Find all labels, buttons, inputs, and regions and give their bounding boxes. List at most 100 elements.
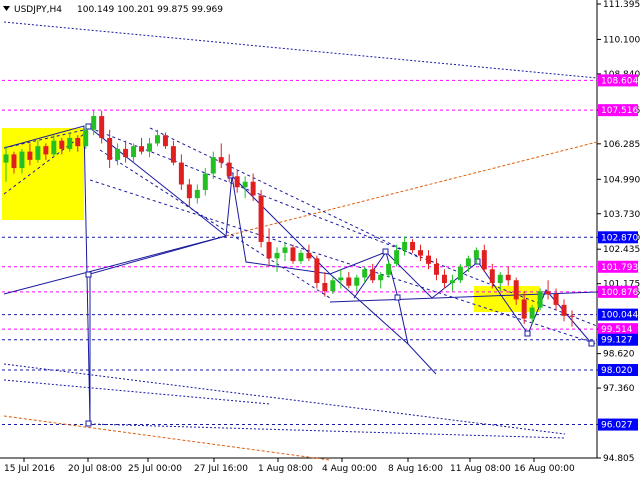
candle-body <box>489 269 495 283</box>
candle-body <box>306 252 312 259</box>
candle-body <box>226 162 232 177</box>
y-tick-label: 103.730 <box>603 210 640 220</box>
candle-body <box>178 162 184 185</box>
candle-body <box>282 247 288 253</box>
candle-body <box>274 252 280 259</box>
candle-body <box>11 154 17 169</box>
x-tick-label: 16 Aug 00:00 <box>514 464 575 474</box>
candle-body <box>378 274 384 281</box>
candle-body <box>19 151 25 169</box>
level-label-text: 99.127 <box>601 336 633 346</box>
candle-body <box>298 252 304 262</box>
level-label-text: 99.514 <box>601 325 633 335</box>
level-label-text: 98.020 <box>601 366 633 376</box>
lower-descend-2 <box>3 379 271 405</box>
candle-body <box>3 154 9 163</box>
candle-body <box>139 146 145 152</box>
y-tick-label: 94.805 <box>603 454 635 464</box>
x-tick-label: 8 Aug 16:00 <box>388 464 443 474</box>
y-tick-label: 111.395 <box>603 0 640 10</box>
candle-body <box>537 291 543 308</box>
candle-body <box>338 277 344 281</box>
level-label-text: 96.027 <box>601 421 633 431</box>
candle-body <box>441 274 447 283</box>
candle-body <box>242 181 248 188</box>
marker-3 <box>85 420 92 427</box>
trend-line-top <box>3 21 598 79</box>
candle-body <box>170 146 176 163</box>
candle-body <box>497 274 503 283</box>
marker-6 <box>394 294 401 301</box>
candle-body <box>51 140 57 155</box>
trend-lines <box>3 21 598 461</box>
x-tick-label: 4 Aug 00:00 <box>322 464 377 474</box>
marker-2 <box>85 271 92 278</box>
y-tick-label: 110.100 <box>603 35 640 45</box>
y-tick-label: 104.990 <box>603 175 640 185</box>
candle-body <box>146 143 152 152</box>
level-label-text: 100.044 <box>601 311 638 321</box>
y-tick-label: 97.360 <box>603 384 635 394</box>
candle-body <box>250 181 256 196</box>
candle-body <box>115 148 121 160</box>
candle-body <box>513 280 519 300</box>
wave-diag-b <box>329 273 409 345</box>
x-tick-label: 15 Jul 2016 <box>4 464 55 474</box>
chart-header[interactable]: USDJPY,H4 100.149 100.201 99.875 99.969 <box>3 5 223 15</box>
marker-5 <box>382 248 389 255</box>
candle-body <box>561 304 567 316</box>
horizontal-levels <box>2 79 597 426</box>
candle-body <box>210 157 216 174</box>
candle-body <box>362 269 368 278</box>
candle-body <box>330 280 336 292</box>
price-chart[interactable]: 111.395110.100108.840107.516106.285104.9… <box>0 0 640 480</box>
candle-body <box>465 258 471 267</box>
candle-body <box>354 277 360 286</box>
candle-body <box>67 137 73 149</box>
x-tick-label: 20 Jul 08:00 <box>68 464 122 474</box>
candle-body <box>99 116 105 138</box>
candle-body <box>457 266 463 281</box>
marker-7 <box>474 258 481 265</box>
triangle-down-icon[interactable] <box>3 6 10 11</box>
candle-body <box>91 116 97 130</box>
candle-body <box>394 250 400 264</box>
lower-descend-3 <box>89 423 566 439</box>
symbol-label: USDJPY,H4 <box>14 5 62 15</box>
candle-body <box>266 241 272 259</box>
candle-body <box>529 307 535 319</box>
candle-body <box>290 247 296 262</box>
candle-body <box>27 151 33 160</box>
trading-chart-window: 111.395110.100108.840107.516106.285104.9… <box>0 0 640 480</box>
candle-body <box>505 274 511 281</box>
candle-body <box>258 195 264 242</box>
candle-body <box>473 250 479 259</box>
candle-body <box>75 137 81 147</box>
level-label-text: 107.516 <box>601 106 638 116</box>
candle-body <box>314 258 320 283</box>
trend-line-rising-support <box>3 235 227 295</box>
candle-body <box>83 129 89 147</box>
level-label-text: 100.876 <box>601 288 638 298</box>
candle-body <box>553 293 559 305</box>
x-axis-ticks: 15 Jul 2016 20 Jul 08:00 25 Jul 00:00 27 Ju… <box>4 458 575 474</box>
candle-body <box>418 250 424 256</box>
candle-body <box>194 189 200 199</box>
candle-body <box>481 250 487 270</box>
candle-body <box>123 148 129 158</box>
marker-1 <box>85 123 92 130</box>
candle-body <box>218 157 224 163</box>
trend-line-orange-low <box>3 415 331 461</box>
candle-body <box>107 137 113 160</box>
level-label-text: 101.793 <box>601 263 638 273</box>
candle-body <box>202 173 208 190</box>
channel-upper <box>89 127 598 327</box>
candle-body <box>186 184 192 199</box>
candle-body <box>234 176 240 188</box>
candle-body <box>59 140 65 149</box>
candle-body <box>521 299 527 319</box>
candle-body <box>449 280 455 283</box>
y-tick-label: 106.285 <box>603 140 640 150</box>
x-tick-label: 1 Aug 08:00 <box>258 464 313 474</box>
candle-body <box>370 269 376 281</box>
